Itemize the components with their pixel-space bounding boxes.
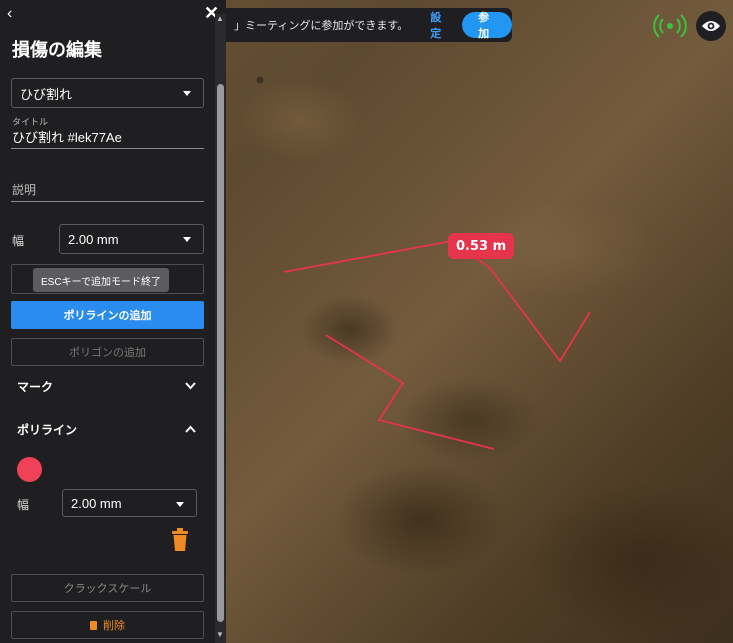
delete-button[interactable]: 削除 (11, 611, 204, 639)
scroll-down-arrow-icon[interactable]: ▼ (216, 630, 224, 639)
polyline-color-swatch[interactable] (17, 457, 42, 482)
polyline-width-select[interactable]: 2.00 mm (62, 489, 197, 517)
trash-icon (90, 620, 97, 630)
caret-down-icon (176, 502, 184, 507)
chevron-up-icon (185, 425, 196, 433)
title-field-underline (11, 148, 204, 149)
description-field[interactable]: 説明 (12, 181, 36, 198)
polyline-width-value: 2.00 mm (71, 495, 122, 511)
width-label: 幅 (12, 234, 25, 248)
eye-icon (702, 21, 720, 31)
width-select[interactable]: 2.00 mm (59, 224, 204, 254)
chevron-down-icon (185, 382, 196, 390)
description-field-underline (11, 201, 204, 202)
title-field[interactable]: ひび割れ #lek77Ae (12, 127, 122, 146)
delete-label: 削除 (103, 620, 125, 632)
damage-edit-panel: ‹ ✕ 損傷の編集 ひび割れ タイトル ひび割れ #lek77Ae 説明 幅 2… (0, 0, 226, 643)
caret-down-icon (183, 91, 191, 96)
crack-scale-button[interactable]: クラックスケール (11, 574, 204, 602)
polyline-width-label: 幅 (17, 498, 30, 512)
caret-down-icon (183, 237, 191, 242)
polyline-section-label: ポリライン (17, 422, 78, 437)
damage-type-select[interactable]: ひび割れ (11, 78, 204, 108)
notification-message: 」ミーティングに参加ができます。 (234, 19, 409, 32)
add-polygon-button[interactable]: ポリゴンの追加 (11, 338, 204, 366)
polyline-section-header[interactable]: ポリライン (0, 409, 210, 449)
scrollbar-thumb[interactable] (217, 84, 224, 622)
mark-section-header[interactable]: マーク (0, 366, 210, 406)
esc-tooltip: ESCキーで追加モード終了 (33, 268, 169, 292)
join-button[interactable]: 参加 (462, 11, 512, 40)
panel-title: 損傷の編集 (12, 40, 102, 60)
broadcast-icon[interactable] (652, 12, 688, 40)
mark-section-label: マーク (17, 379, 54, 394)
trash-icon[interactable] (171, 528, 189, 552)
scroll-up-arrow-icon[interactable]: ▲ (216, 14, 224, 23)
settings-link[interactable]: 設定 (430, 9, 448, 41)
damage-type-value: ひび割れ (20, 86, 73, 102)
visibility-toggle-button[interactable] (696, 11, 726, 41)
measurement-label[interactable]: 0.53 m (448, 233, 515, 259)
width-value: 2.00 mm (68, 231, 119, 247)
meeting-notification-bar: 」ミーティングに参加ができます。 設定 参加 (226, 8, 512, 42)
back-chevron-icon[interactable]: ‹ (7, 5, 12, 23)
add-polyline-button[interactable]: ポリラインの追加 (11, 301, 204, 329)
